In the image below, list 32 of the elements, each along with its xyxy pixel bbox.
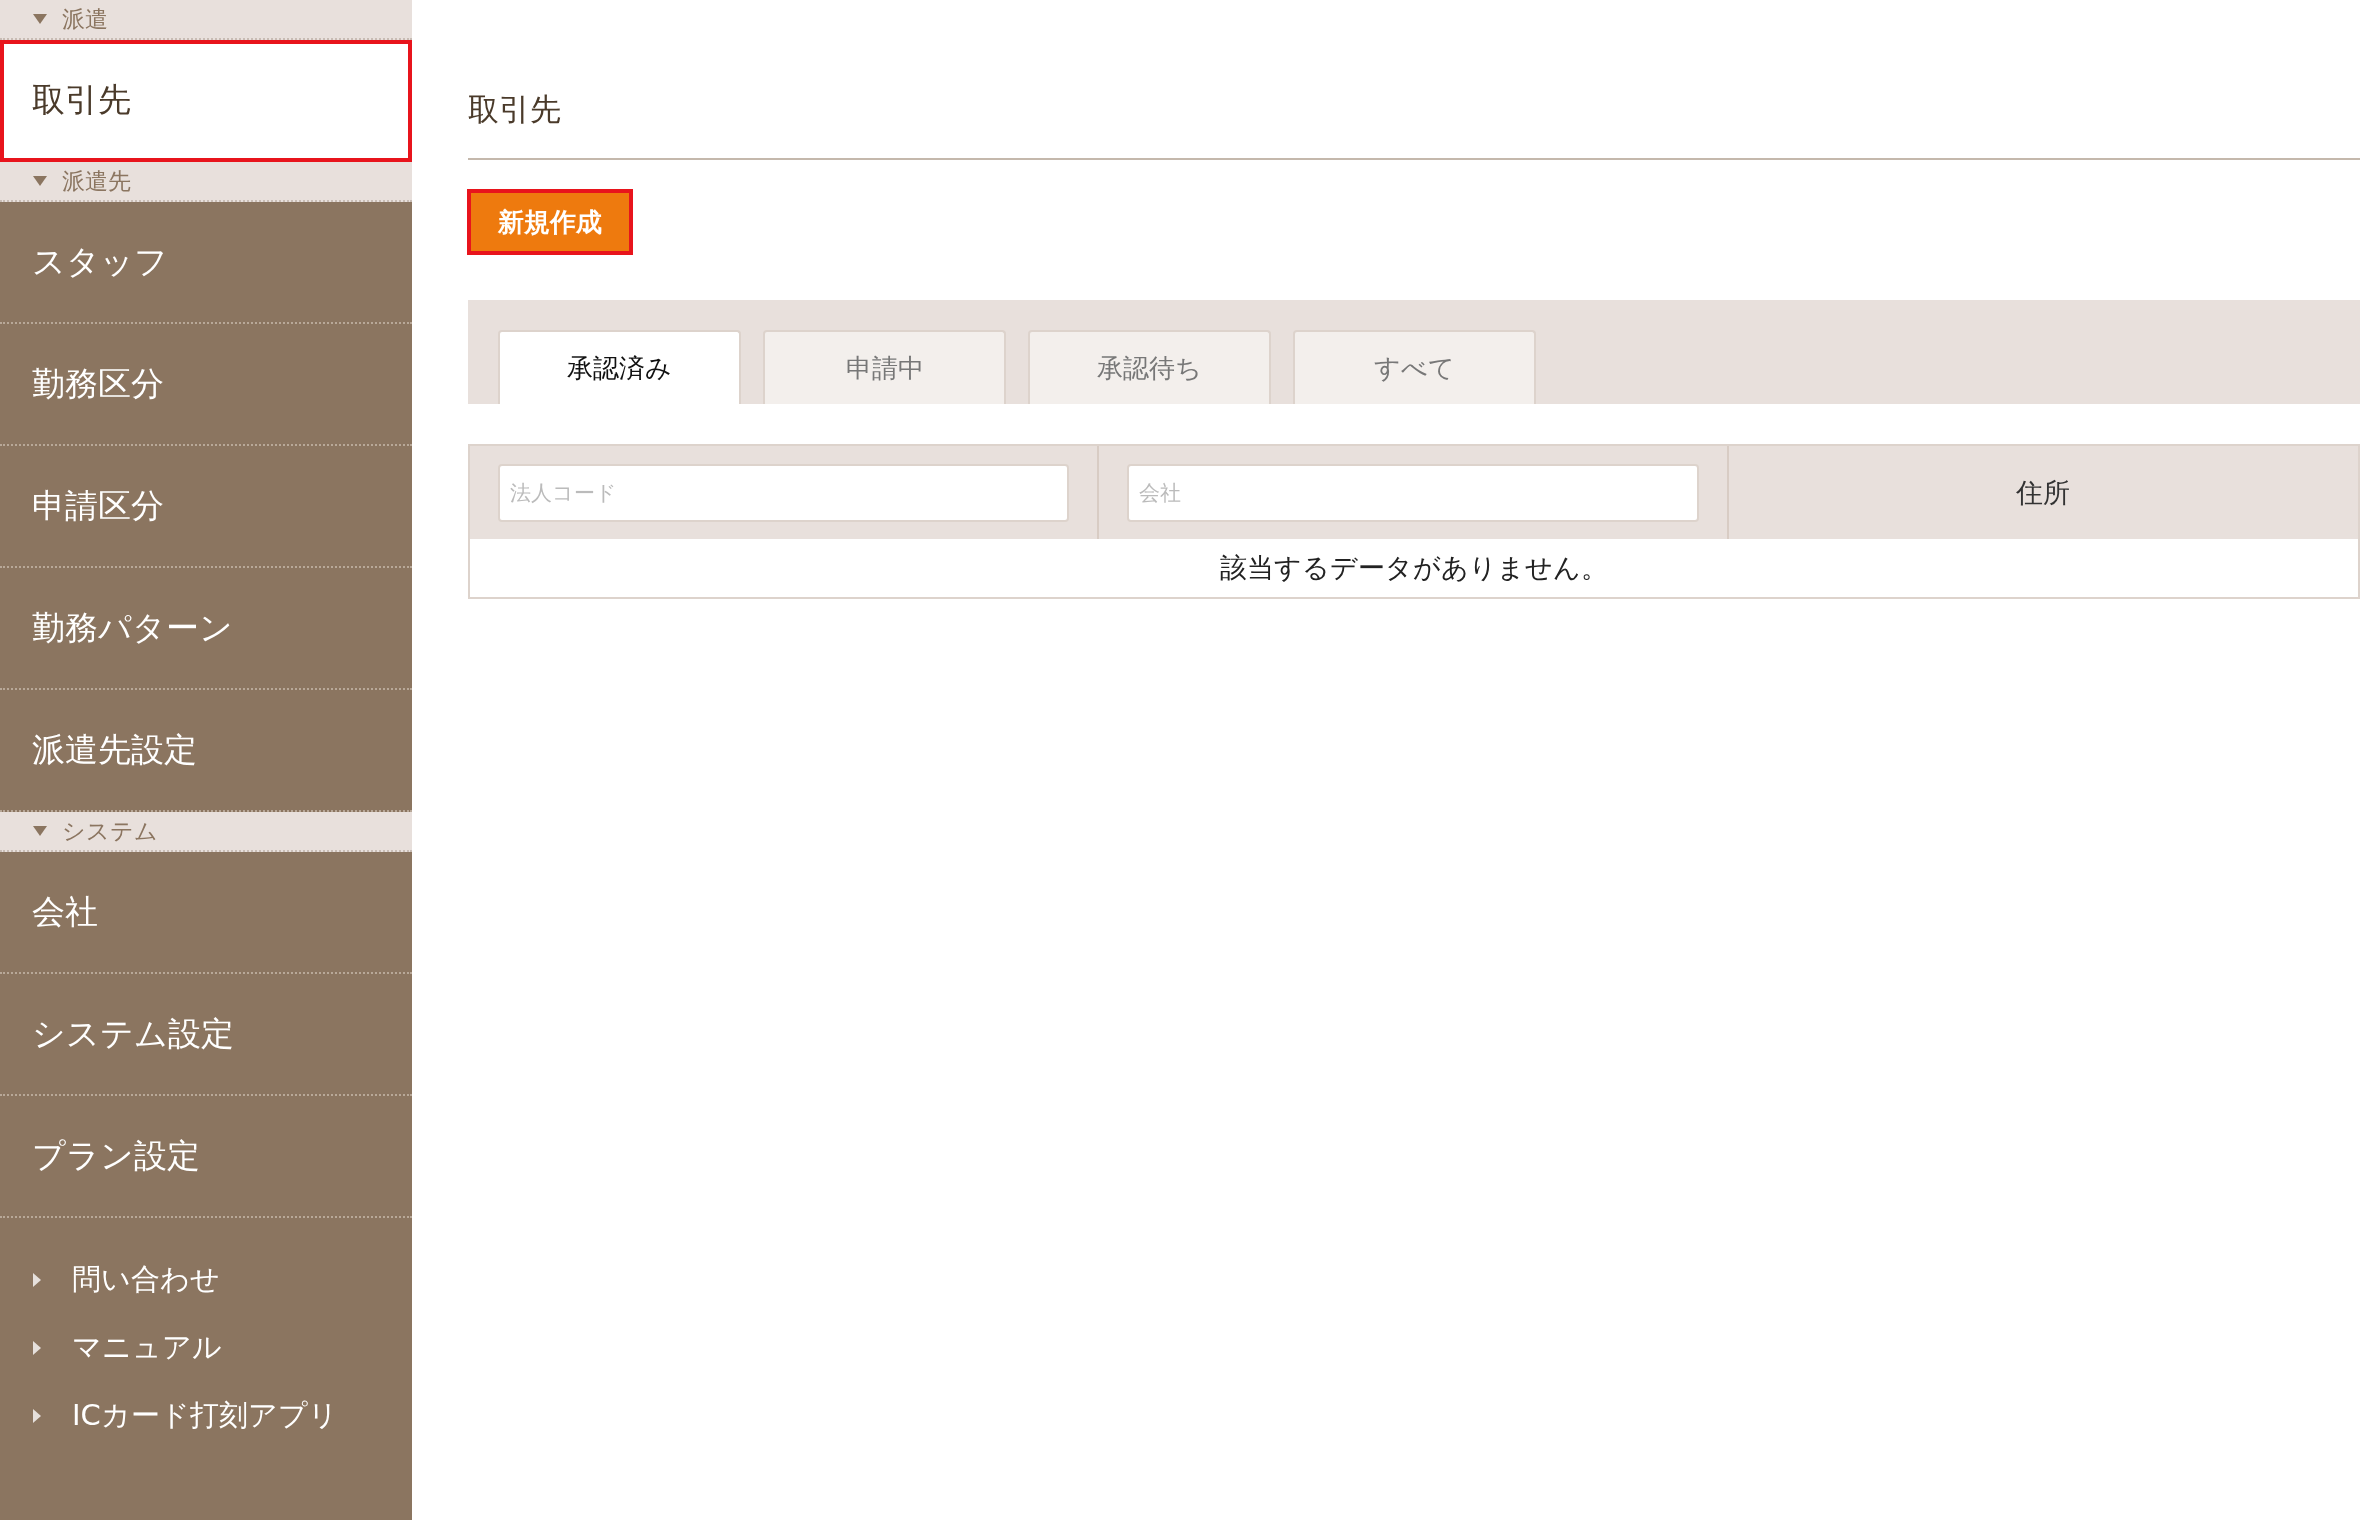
triangle-icon <box>32 1340 42 1356</box>
section-title: システム <box>62 816 158 846</box>
triangle-icon <box>32 825 48 837</box>
tab[interactable]: 申請中 <box>763 330 1006 404</box>
triangle-icon <box>32 1408 42 1424</box>
sidebar-link[interactable]: 問い合わせ <box>72 1260 220 1300</box>
section-title: 派遣先 <box>62 166 131 196</box>
filter-field[interactable]: 会社 <box>1127 463 1699 522</box>
sidebar-link[interactable]: ICカード打刻アプリ <box>72 1396 338 1436</box>
tab[interactable]: すべて <box>1293 330 1536 404</box>
section-header[interactable]: 派遣 <box>0 0 412 40</box>
triangle-icon <box>32 13 48 25</box>
page-title: 取引先 <box>468 90 562 129</box>
tab[interactable]: 承認済み <box>498 330 741 404</box>
new-button[interactable]: 新規作成 <box>468 190 632 254</box>
sidebar-item[interactable]: 会社 <box>0 852 412 974</box>
sidebar-item[interactable]: 申請区分 <box>0 446 412 568</box>
section-header[interactable]: 派遣先 <box>0 162 412 202</box>
section-title: 派遣 <box>62 4 108 34</box>
sidebar-item[interactable]: 取引先 <box>0 40 412 162</box>
sidebar-link[interactable]: マニュアル <box>72 1328 222 1368</box>
filter-field[interactable]: 法人コード <box>498 463 1070 522</box>
sidebar-item[interactable]: システム設定 <box>0 974 412 1096</box>
sidebar-item[interactable]: スタッフ <box>0 202 412 324</box>
tab[interactable]: 承認待ち <box>1028 330 1271 404</box>
sidebar-item[interactable]: プラン設定 <box>0 1096 412 1218</box>
section-header[interactable]: システム <box>0 812 412 852</box>
triangle-icon <box>32 175 48 187</box>
column-header: 住所 <box>2015 475 2072 510</box>
triangle-icon <box>32 1272 42 1288</box>
sidebar-item[interactable]: 勤務区分 <box>0 324 412 446</box>
sidebar-item[interactable]: 勤務パターン <box>0 568 412 690</box>
